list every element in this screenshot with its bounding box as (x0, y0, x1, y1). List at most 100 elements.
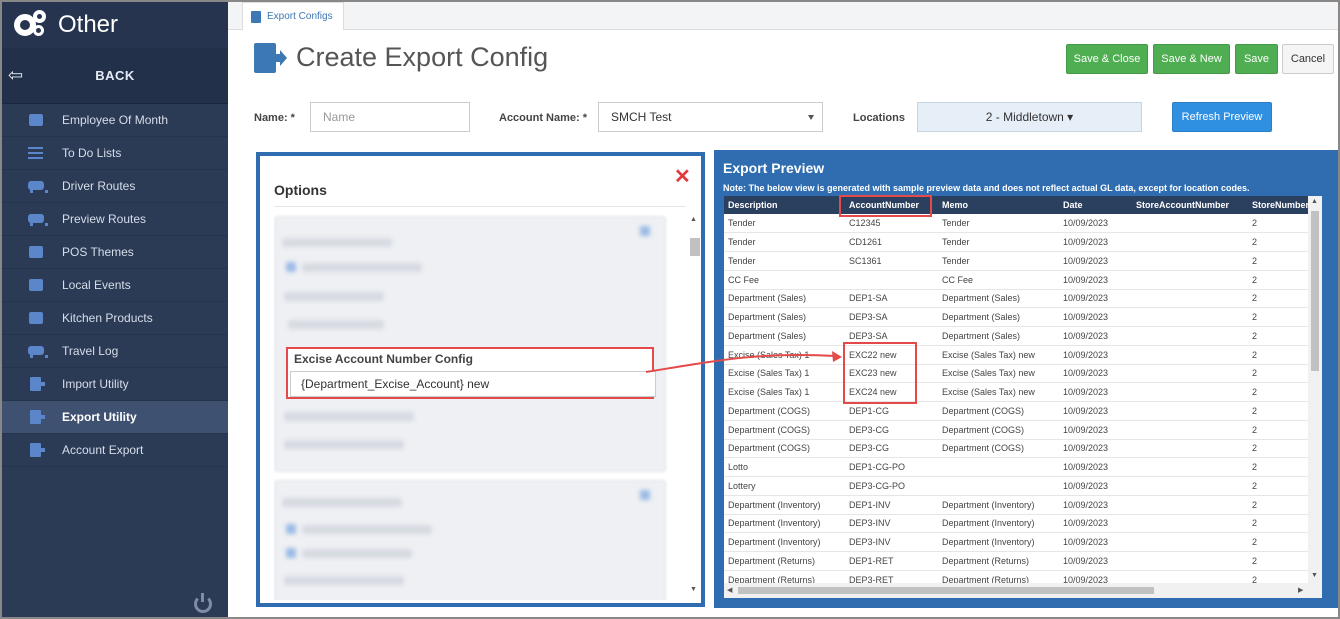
scroll-thumb[interactable] (738, 587, 1154, 594)
scroll-left-icon[interactable]: ◀ (727, 586, 732, 594)
page-title: Create Export Config (296, 42, 549, 72)
name-input[interactable]: Name (310, 102, 470, 132)
sidebar-item-local-events[interactable]: Local Events (2, 269, 228, 302)
scroll-thumb[interactable] (1311, 211, 1319, 371)
table-cell (1132, 326, 1248, 346)
sidebar-item-import-utility[interactable]: Import Utility (2, 368, 228, 401)
sidebar-item-label: Account Export (62, 443, 144, 457)
table-cell: Department (Sales) (938, 307, 1059, 327)
table-cell: SC1361 (845, 251, 938, 271)
locations-dropdown[interactable]: 2 - Middletown ▾ (917, 102, 1142, 132)
sidebar-item-label: Kitchen Products (62, 311, 153, 325)
options-panel: Options ✕ Excise Account Number Config {… (256, 152, 705, 607)
table-cell: Department (Sales) (724, 307, 845, 327)
sidebar-item-to-do-lists[interactable]: To Do Lists (2, 137, 228, 170)
table-cell (1132, 495, 1248, 515)
close-icon[interactable]: ✕ (674, 164, 691, 189)
table-cell: 10/09/2023 (1059, 364, 1132, 384)
table-cell: 10/09/2023 (1059, 495, 1132, 515)
table-cell: 10/09/2023 (1059, 551, 1132, 571)
table-cell: DEP1-CG (845, 401, 938, 421)
export-file-icon (251, 10, 261, 23)
gift-icon (28, 113, 44, 127)
table-cell: 10/09/2023 (1059, 307, 1132, 327)
preview-horizontal-scrollbar[interactable]: ◀ ▶ (724, 583, 1322, 598)
table-cell: Department (COGS) (938, 420, 1059, 440)
sidebar-item-label: Preview Routes (62, 212, 147, 226)
export-file-icon (28, 443, 45, 457)
scroll-up-icon[interactable]: ▲ (690, 216, 697, 223)
table-cell (845, 270, 938, 290)
sidebar-item-driver-routes[interactable]: Driver Routes (2, 170, 228, 203)
table-cell: 10/09/2023 (1059, 420, 1132, 440)
sidebar-item-travel-log[interactable]: Travel Log (2, 335, 228, 368)
table-row: Excise (Sales Tax) 1 EXC22 new Excise (Sal… (724, 345, 1322, 365)
save-close-button[interactable]: Save & Close (1066, 44, 1148, 74)
table-cell: Excise (Sales Tax) 1 (724, 345, 845, 365)
sidebar-header: Other (2, 2, 228, 48)
scroll-down-icon[interactable]: ▼ (1311, 572, 1318, 579)
save-new-button[interactable]: Save & New (1153, 44, 1230, 74)
sidebar-item-label: Driver Routes (62, 179, 136, 193)
table-cell: Tender (724, 232, 845, 252)
sidebar-item-label: Employee Of Month (62, 113, 169, 127)
export-file-icon (254, 42, 287, 73)
table-row: Department (COGS) DEP1-CG Department (COGS… (724, 401, 1322, 421)
blurred-text (284, 440, 404, 449)
table-cell: DEP1-CG-PO (845, 457, 938, 477)
table-cell: 10/09/2023 (1059, 514, 1132, 534)
blurred-text (288, 320, 384, 329)
export-preview-panel: Export Preview Note: The below view is g… (714, 150, 1338, 608)
sidebar-item-label: Travel Log (62, 344, 119, 358)
sidebar-item-account-export[interactable]: Account Export (2, 434, 228, 467)
table-cell: CD1261 (845, 232, 938, 252)
excise-config-input[interactable]: {Department_Excise_Account} new (290, 371, 656, 397)
table-cell (1132, 532, 1248, 552)
table-row: Department (COGS) DEP3-CG Department (COGS… (724, 420, 1322, 440)
tab-export-configs[interactable]: Export Configs (242, 2, 344, 30)
column-header[interactable]: Memo (938, 196, 1059, 214)
table-cell: Department (Returns) (724, 551, 845, 571)
table-cell: 10/09/2023 (1059, 251, 1132, 271)
gears-icon (14, 10, 48, 40)
table-cell (938, 476, 1059, 496)
table-row: Excise (Sales Tax) 1 EXC24 new Excise (Sal… (724, 382, 1322, 402)
scroll-thumb[interactable] (690, 238, 700, 256)
options-scrollbar[interactable]: ▲ ▼ (689, 214, 700, 598)
table-cell: 10/09/2023 (1059, 270, 1132, 290)
preview-vertical-scrollbar[interactable]: ▲ ▼ (1308, 196, 1322, 583)
column-header[interactable]: Description (724, 196, 845, 214)
account-name-select[interactable]: SMCH Test (598, 102, 823, 132)
table-cell: 10/09/2023 (1059, 289, 1132, 309)
table-row: Department (Sales) DEP3-SA Department (Sal… (724, 307, 1322, 327)
back-button[interactable]: ⇦ BACK (2, 48, 228, 104)
cancel-button[interactable]: Cancel (1282, 44, 1334, 74)
sidebar-item-employee-of-month[interactable]: Employee Of Month (2, 104, 228, 137)
table-cell: Lotto (724, 457, 845, 477)
table-cell: 10/09/2023 (1059, 457, 1132, 477)
table-cell (1132, 420, 1248, 440)
scroll-right-icon[interactable]: ▶ (1298, 586, 1303, 594)
export-preview-title: Export Preview (723, 160, 825, 176)
image-icon (28, 245, 44, 259)
refresh-preview-button[interactable]: Refresh Preview (1172, 102, 1272, 132)
sidebar-item-preview-routes[interactable]: Preview Routes (2, 203, 228, 236)
blurred-text (284, 292, 384, 301)
bus-icon (28, 179, 48, 193)
options-title: Options (274, 182, 327, 198)
sidebar-item-pos-themes[interactable]: POS Themes (2, 236, 228, 269)
sidebar: Other ⇦ BACK Employee Of Month To Do List… (2, 2, 228, 617)
table-row: CC Fee CC Fee 10/09/2023 2 (724, 270, 1322, 290)
scroll-up-icon[interactable]: ▲ (1311, 198, 1318, 205)
power-icon[interactable] (194, 593, 212, 613)
save-button[interactable]: Save (1235, 44, 1278, 74)
table-cell (1132, 270, 1248, 290)
column-header[interactable]: StoreAccountNumber (1132, 196, 1248, 214)
bus-icon (28, 212, 48, 226)
sidebar-item-export-utility[interactable]: Export Utility (2, 401, 228, 434)
list-icon (28, 146, 44, 160)
sidebar-item-kitchen-products[interactable]: Kitchen Products (2, 302, 228, 335)
scroll-down-icon[interactable]: ▼ (690, 586, 697, 593)
table-cell: Excise (Sales Tax) 1 (724, 382, 845, 402)
column-header[interactable]: Date (1059, 196, 1132, 214)
